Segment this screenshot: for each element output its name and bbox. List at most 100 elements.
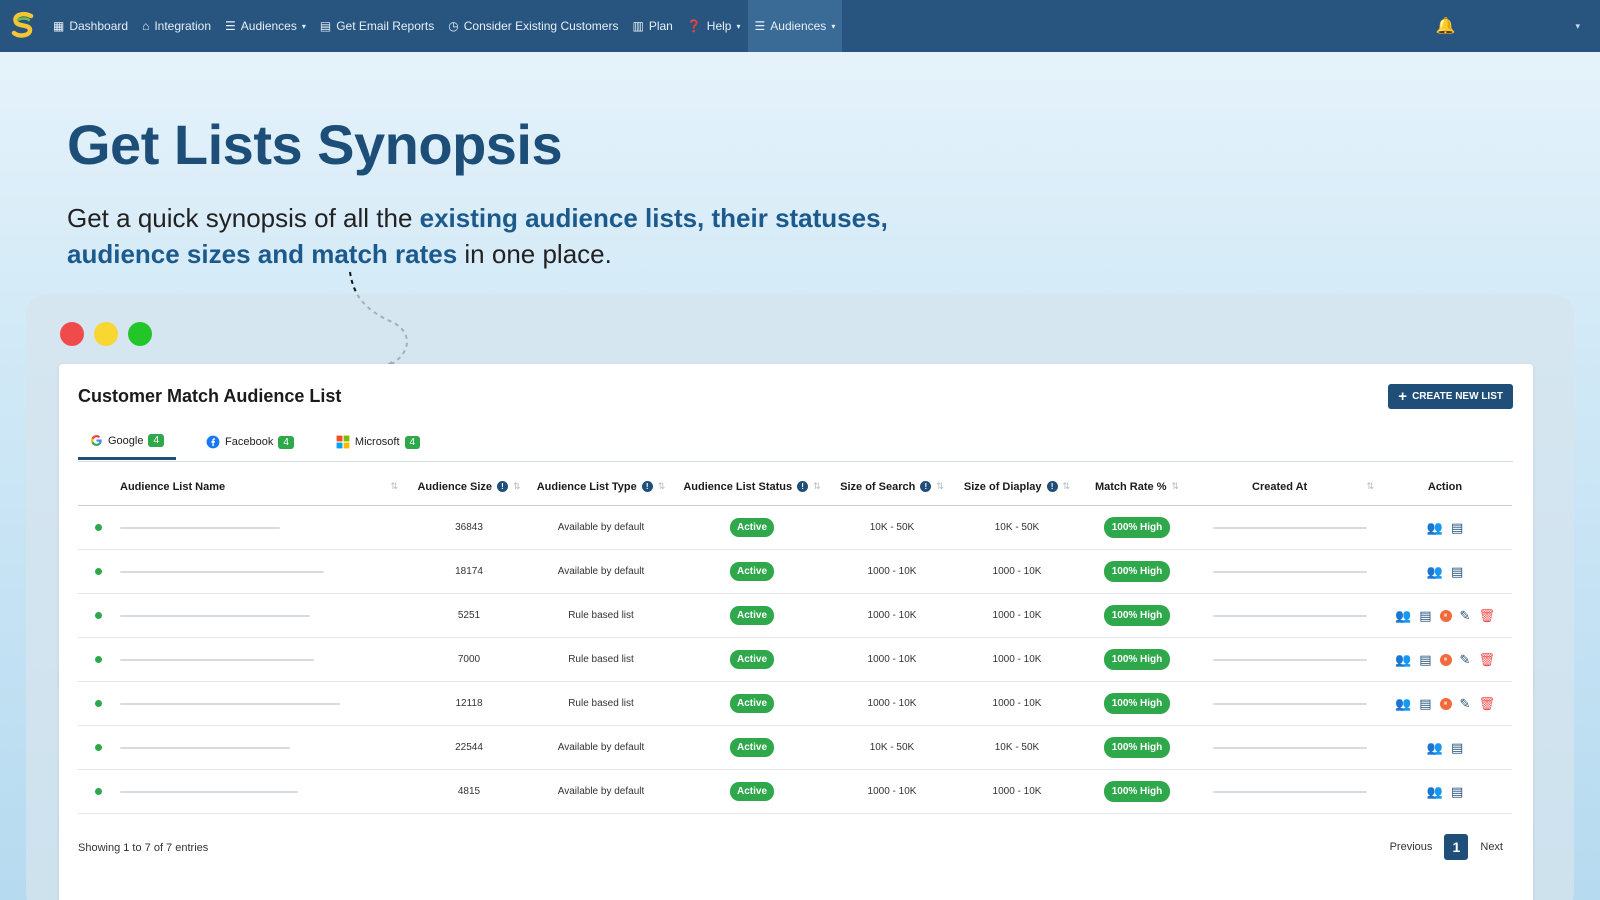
sort-icon: ⇅	[390, 481, 398, 491]
tab-count-badge: 4	[278, 435, 294, 449]
info-icon: !	[797, 481, 809, 492]
table-row[interactable]: 18174 Available by default Active 1000 - 10…	[78, 550, 1512, 594]
sort-icon: ⇅	[936, 481, 944, 491]
status-dot-icon	[94, 524, 102, 531]
pause-icon[interactable]: ⏸	[1439, 697, 1452, 710]
close-dot-icon	[60, 322, 84, 346]
status-dot-icon	[94, 700, 102, 707]
nav-item-audiences[interactable]: ☰ Audiences ▾	[747, 0, 843, 52]
app-logo[interactable]	[0, 0, 46, 52]
delete-icon[interactable]: 🗑	[1478, 653, 1495, 666]
nav-item-integration[interactable]: ⌂ Integration	[135, 0, 218, 52]
list-detail-icon[interactable]: ▤	[1451, 741, 1463, 754]
table-row[interactable]: 4815 Available by default Active 1000 - 10K…	[78, 770, 1512, 814]
tab-facebook[interactable]: Facebook 4	[194, 434, 306, 460]
list-detail-icon[interactable]: ▤	[1451, 785, 1463, 798]
pagination: Previous 1 Next	[1390, 834, 1503, 860]
microsoft-icon	[336, 435, 350, 449]
table-row[interactable]: 12118 Rule based list Active 1000 - 10K 1000…	[78, 682, 1512, 726]
users-icon[interactable]: 👥	[1427, 785, 1443, 798]
redacted-list-name	[120, 526, 280, 529]
list-detail-icon[interactable]: ▤	[1451, 521, 1463, 534]
tab-microsoft[interactable]: Microsoft 4	[324, 434, 432, 460]
table-row[interactable]: 5251 Rule based list Active 1000 - 10K 1000 …	[78, 594, 1512, 638]
nav-item-consider-existing-customers[interactable]: ◷ Consider Existing Customers	[441, 0, 625, 52]
platform-tabs: Google 4 Facebook 4 Microsoft 4	[78, 434, 432, 460]
status-dot-icon	[94, 656, 102, 663]
nav-menu: ▦ Dashboard ⌂ Integration ☰ Audiences ▾ ▤ Get Em…	[46, 0, 843, 52]
tab-count-badge: 4	[148, 434, 165, 447]
entries-info: Showing 1 to 7 of 7 entries	[78, 842, 209, 854]
col-list-type[interactable]: Audience List Type! ⇅	[530, 481, 672, 493]
nav-item-plan[interactable]: ▥ Plan	[625, 0, 679, 52]
audience-size: 18174	[455, 566, 483, 577]
redacted-list-name	[120, 746, 290, 749]
redacted-list-name	[120, 570, 324, 573]
chevron-down-icon: ▾	[831, 21, 836, 31]
list-detail-icon[interactable]: ▤	[1419, 609, 1431, 622]
list-detail-icon[interactable]: ▤	[1451, 565, 1463, 578]
col-size-search[interactable]: Size of Search! ⇅	[832, 481, 952, 493]
match-rate-badge: 100% High	[1103, 781, 1171, 802]
users-icon[interactable]: 👥	[1395, 697, 1411, 710]
list-icon: ☰	[754, 19, 766, 33]
edit-icon[interactable]: ✎	[1460, 609, 1471, 622]
list-type: Rule based list	[568, 610, 634, 621]
nav-item-dashboard[interactable]: ▦ Dashboard	[46, 0, 135, 52]
list-detail-icon[interactable]: ▤	[1419, 697, 1431, 710]
pause-icon[interactable]: ⏸	[1439, 653, 1452, 666]
list-type: Available by default	[557, 742, 645, 753]
col-list-name[interactable]: Audience List Name ⇅	[118, 481, 408, 493]
top-nav: ▦ Dashboard ⌂ Integration ☰ Audiences ▾ ▤ Get Em…	[0, 0, 1600, 52]
list-type: Rule based list	[568, 698, 634, 709]
edit-icon[interactable]: ✎	[1460, 697, 1471, 710]
tab-google[interactable]: Google 4	[78, 434, 177, 460]
col-list-status[interactable]: Audience List Status! ⇅	[672, 481, 832, 493]
audience-list-card: Customer Match Audience List + CREATE NE…	[59, 364, 1533, 900]
edit-icon[interactable]: ✎	[1460, 653, 1471, 666]
nav-item-help[interactable]: ❓ Help ▾	[680, 0, 748, 52]
chevron-down-icon: ▾	[301, 21, 306, 31]
table-row[interactable]: 36843 Available by default Active 10K - 50K…	[78, 506, 1512, 550]
tab-count-badge: 4	[404, 435, 421, 449]
delete-icon[interactable]: 🗑	[1478, 697, 1495, 710]
col-match-rate[interactable]: Match Rate % ⇅	[1082, 481, 1192, 493]
nav-item-audiences[interactable]: ☰ Audiences ▾	[218, 0, 313, 52]
table-row[interactable]: 22544 Available by default Active 10K - 50K…	[78, 726, 1512, 770]
redacted-created-at	[1213, 570, 1367, 573]
pause-icon[interactable]: ⏸	[1439, 609, 1452, 622]
users-icon[interactable]: 👥	[1427, 565, 1443, 578]
page-button[interactable]: 1	[1444, 834, 1469, 860]
previous-page-link[interactable]: Previous	[1390, 841, 1433, 853]
status-badge: Active	[729, 562, 774, 581]
status-dot-icon	[94, 744, 102, 751]
users-icon[interactable]: 👥	[1395, 609, 1411, 622]
redacted-created-at	[1213, 658, 1367, 661]
audience-size: 12118	[455, 698, 483, 709]
list-type: Available by default	[557, 786, 645, 797]
bell-icon[interactable]: 🔔	[1436, 16, 1456, 36]
redacted-created-at	[1213, 614, 1367, 617]
col-size-display[interactable]: Size of Diaplay! ⇅	[952, 481, 1082, 493]
list-detail-icon[interactable]: ▤	[1419, 653, 1431, 666]
nav-item-get-email-reports[interactable]: ▤ Get Email Reports	[313, 0, 441, 52]
col-created-at[interactable]: Created At ⇅	[1192, 481, 1378, 493]
users-icon[interactable]: 👥	[1427, 521, 1443, 534]
match-rate-badge: 100% High	[1103, 737, 1171, 758]
search-size: 10K - 50K	[869, 742, 915, 753]
users-icon[interactable]: 👥	[1427, 741, 1443, 754]
col-audience-size[interactable]: Audience Size! ⇅	[408, 481, 530, 493]
match-rate-badge: 100% High	[1103, 693, 1171, 714]
create-new-list-button[interactable]: + CREATE NEW LIST	[1388, 384, 1513, 409]
users-icon[interactable]: 👥	[1395, 653, 1411, 666]
search-size: 10K - 50K	[869, 522, 915, 533]
table-row[interactable]: 7000 Rule based list Active 1000 - 10K 1000 …	[78, 638, 1512, 682]
delete-icon[interactable]: 🗑	[1478, 609, 1495, 622]
plan-icon: ▥	[632, 19, 644, 33]
facebook-icon	[206, 435, 220, 449]
sort-icon: ⇅	[657, 481, 666, 491]
status-badge: Active	[729, 782, 774, 801]
window-controls	[60, 322, 152, 346]
chevron-down-icon[interactable]: ▾	[1575, 21, 1580, 32]
next-page-link[interactable]: Next	[1480, 841, 1503, 853]
